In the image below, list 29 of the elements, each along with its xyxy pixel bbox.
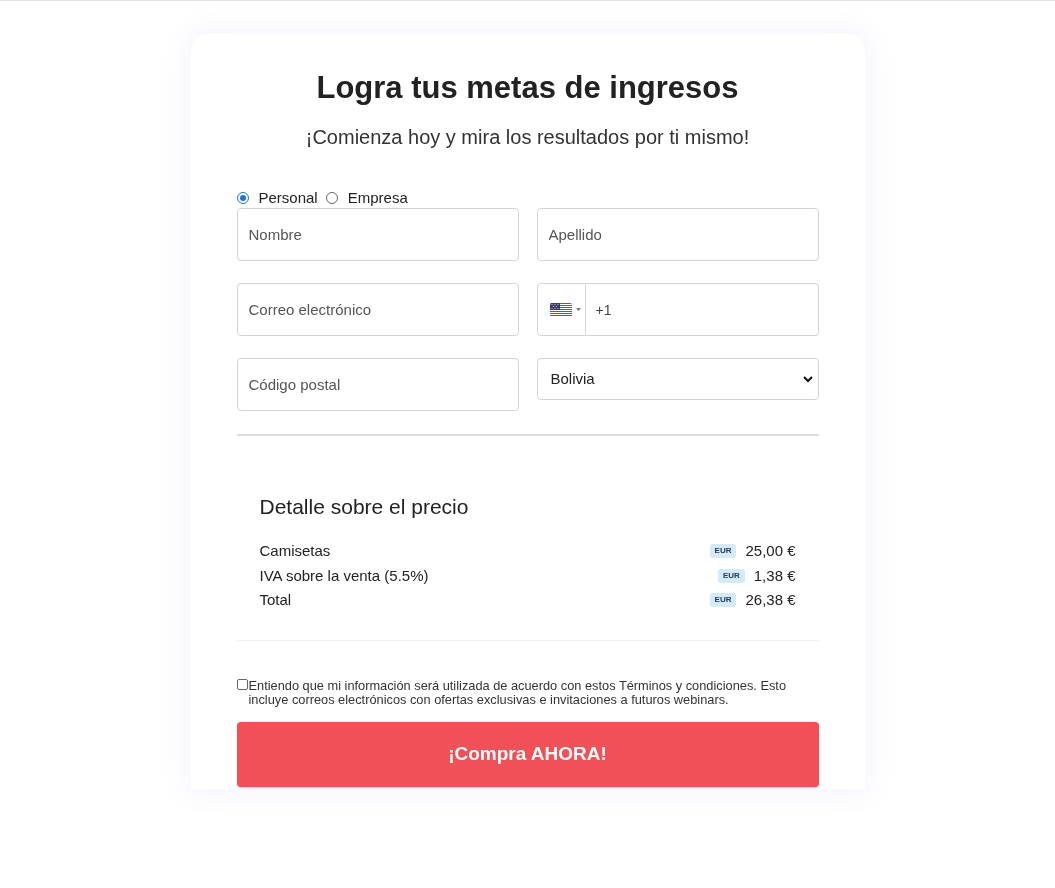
price-title: Detalle sobre el precio xyxy=(259,494,470,520)
text-input[interactable]: Apellido xyxy=(536,208,819,261)
text-input[interactable]: Código postal xyxy=(236,358,519,411)
price-label: Camisetas xyxy=(259,541,331,561)
caret-icon xyxy=(575,308,581,311)
country-select[interactable]: Bolivia xyxy=(536,358,819,400)
radio-label: Personal xyxy=(258,188,318,208)
radio-label: Empresa xyxy=(347,188,408,208)
radio-button[interactable] xyxy=(236,192,249,204)
form-subtitle: ¡Comienza hoy y mira los resultados por ti mismo! xyxy=(304,125,751,150)
consent-checkbox[interactable] xyxy=(236,678,248,690)
text-input[interactable]: Correo electrónico xyxy=(236,283,519,336)
price-label: Total xyxy=(259,590,292,610)
currency-badge: EUR xyxy=(709,593,737,608)
phone-input[interactable]: +1 xyxy=(585,283,819,336)
country-code-button[interactable] xyxy=(536,283,586,336)
consent-text: Entiendo que mi información será utilizada de acuerdo con estos Términos y condiciones. Esto incluye correos electrónicos con ofertas exclusivas e invitaciones a futuros webinars. xyxy=(248,678,788,707)
flag-icon xyxy=(549,302,572,317)
chevron-down-icon xyxy=(802,375,813,383)
price-amount: 1,38 € xyxy=(753,565,796,586)
currency-badge: EUR xyxy=(717,568,745,583)
form-title: Logra tus metas de ingresos xyxy=(315,70,740,106)
price-amount: 25,00 € xyxy=(745,541,796,561)
buy-now-button[interactable]: ¡Compra AHORA! xyxy=(236,721,819,787)
radio-button[interactable] xyxy=(325,192,338,204)
currency-badge: EUR xyxy=(709,544,737,559)
price-label: IVA sobre la venta (5.5%) xyxy=(259,565,429,586)
text-input[interactable]: Nombre xyxy=(236,208,519,261)
price-amount: 26,38 € xyxy=(745,590,796,610)
